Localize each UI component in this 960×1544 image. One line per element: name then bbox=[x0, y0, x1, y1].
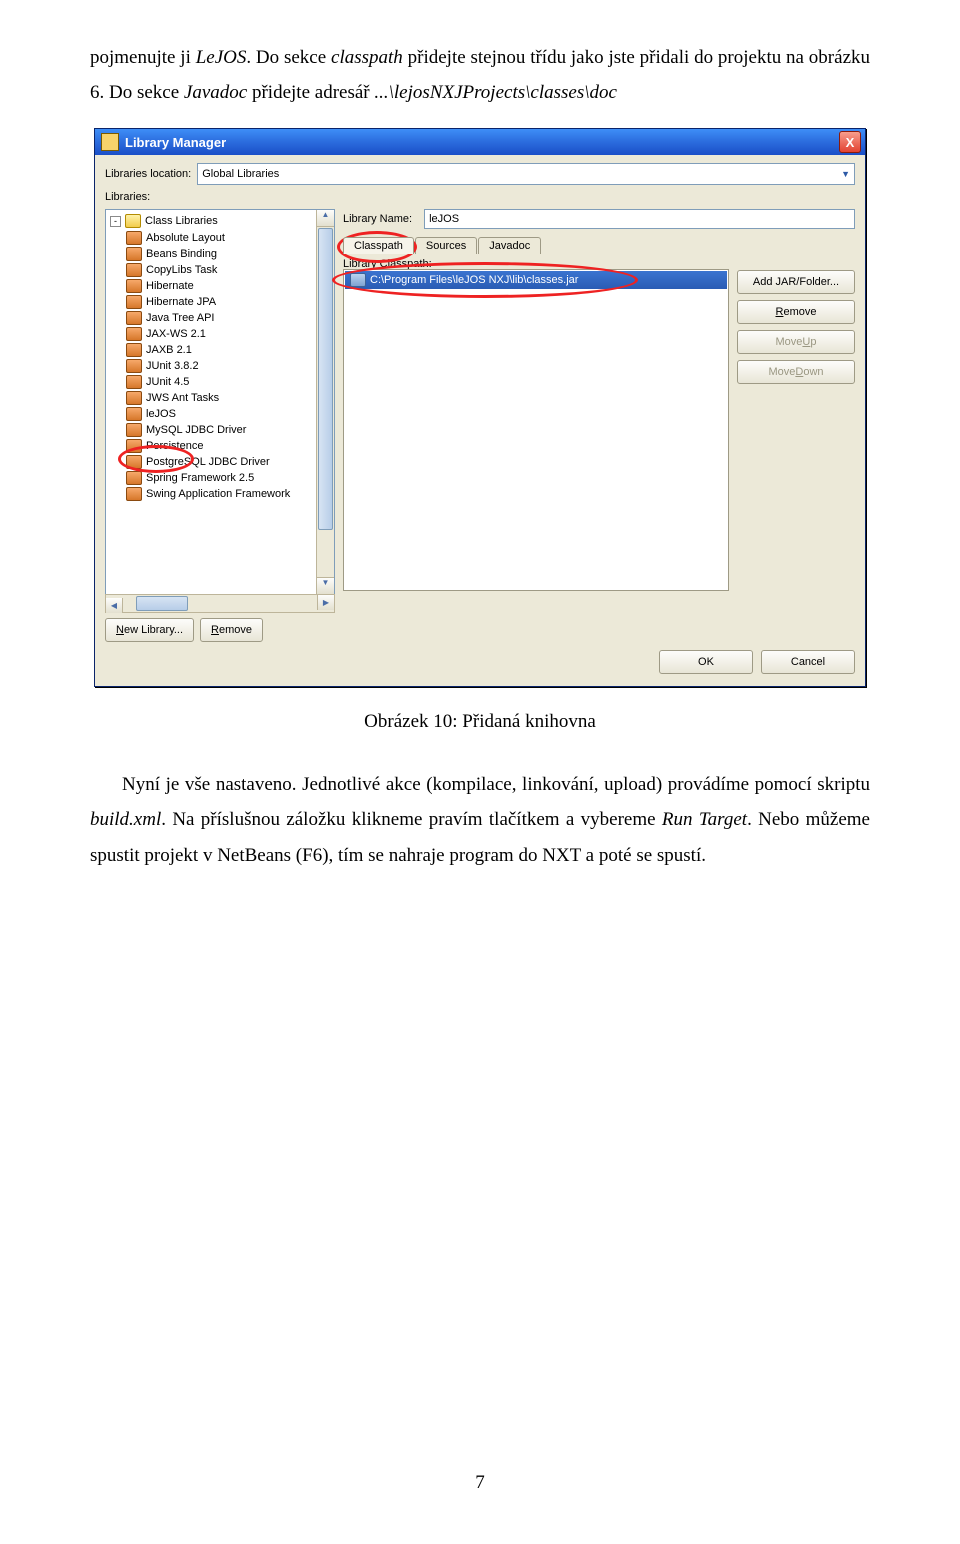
list-item[interactable]: Java Tree API bbox=[124, 310, 334, 326]
library-icon bbox=[126, 247, 142, 261]
list-item[interactable]: JUnit 4.5 bbox=[124, 374, 334, 390]
list-item[interactable]: PostgreSQL JDBC Driver bbox=[124, 454, 334, 470]
library-icon bbox=[126, 375, 142, 389]
library-icon bbox=[126, 311, 142, 325]
scroll-right-icon[interactable]: ▶ bbox=[317, 595, 334, 610]
add-jar-button[interactable]: Add JAR/Folder... bbox=[737, 270, 855, 294]
text-italic: classpath bbox=[331, 47, 403, 68]
tree-root-label: Class Libraries bbox=[145, 215, 218, 227]
list-item[interactable]: JUnit 3.8.2 bbox=[124, 358, 334, 374]
move-up-button[interactable]: Move Up bbox=[737, 330, 855, 354]
text: přidejte adresář bbox=[247, 82, 374, 103]
list-item-lejos[interactable]: leJOS bbox=[124, 406, 334, 422]
list-item[interactable]: Absolute Layout bbox=[124, 230, 334, 246]
figure-caption: Obrázek 10: Přidaná knihovna bbox=[90, 711, 870, 733]
new-library-button[interactable]: New Library... bbox=[105, 618, 194, 642]
list-item[interactable]: MySQL JDBC Driver bbox=[124, 422, 334, 438]
text-italic: Run Target bbox=[662, 809, 747, 830]
app-icon bbox=[101, 133, 119, 151]
page-number: 7 bbox=[0, 1472, 960, 1494]
library-icon bbox=[126, 455, 142, 469]
list-item[interactable]: JAX-WS 2.1 bbox=[124, 326, 334, 342]
minus-icon[interactable]: - bbox=[110, 216, 121, 227]
scroll-thumb[interactable] bbox=[136, 596, 188, 611]
library-icon bbox=[126, 359, 142, 373]
scroll-up-icon[interactable]: ▲ bbox=[317, 210, 334, 227]
folder-icon bbox=[125, 214, 141, 228]
list-item[interactable]: Hibernate bbox=[124, 278, 334, 294]
libraries-location-combo[interactable]: Global Libraries ▼ bbox=[197, 163, 855, 185]
vertical-scrollbar[interactable]: ▲ ▼ bbox=[316, 210, 334, 594]
library-icon bbox=[126, 231, 142, 245]
library-icon bbox=[126, 423, 142, 437]
library-icon bbox=[126, 295, 142, 309]
libraries-location-label: Libraries location: bbox=[105, 168, 191, 180]
ok-button[interactable]: OK bbox=[659, 650, 753, 674]
tab-classpath[interactable]: Classpath bbox=[343, 237, 414, 254]
classpath-entry[interactable]: C:\Program Files\leJOS NXJ\lib\classes.j… bbox=[345, 271, 727, 289]
remove-entry-button[interactable]: Remove bbox=[737, 300, 855, 324]
list-item[interactable]: JAXB 2.1 bbox=[124, 342, 334, 358]
list-item[interactable]: Beans Binding bbox=[124, 246, 334, 262]
library-icon bbox=[126, 471, 142, 485]
text-italic: build.xml bbox=[90, 809, 161, 830]
text-italic: Javadoc bbox=[184, 82, 247, 103]
cancel-button[interactable]: Cancel bbox=[761, 650, 855, 674]
tab-javadoc[interactable]: Javadoc bbox=[478, 237, 541, 254]
library-icon bbox=[126, 487, 142, 501]
text: Nyní je vše nastaveno. Jednotlivé akce (… bbox=[122, 774, 870, 795]
list-item[interactable]: Hibernate JPA bbox=[124, 294, 334, 310]
scroll-left-icon[interactable]: ◀ bbox=[106, 598, 123, 613]
libraries-tree[interactable]: - Class Libraries Absolute Layout Beans … bbox=[105, 209, 335, 595]
library-icon bbox=[126, 407, 142, 421]
tab-sources[interactable]: Sources bbox=[415, 237, 477, 254]
chevron-down-icon: ▼ bbox=[841, 169, 850, 179]
window-title: Library Manager bbox=[125, 135, 226, 150]
list-item[interactable]: Persistence bbox=[124, 438, 334, 454]
classpath-entry-text: C:\Program Files\leJOS NXJ\lib\classes.j… bbox=[370, 274, 578, 286]
libraries-label: Libraries: bbox=[105, 191, 150, 203]
intro-paragraph: pojmenujte ji LeJOS. Do sekce classpath … bbox=[90, 40, 870, 110]
classpath-list[interactable]: C:\Program Files\leJOS NXJ\lib\classes.j… bbox=[343, 269, 729, 591]
close-icon[interactable]: X bbox=[839, 131, 861, 153]
jar-icon bbox=[350, 273, 366, 287]
text: . Do sekce bbox=[246, 47, 331, 68]
library-name-input[interactable]: leJOS bbox=[424, 209, 855, 229]
library-icon bbox=[126, 279, 142, 293]
text: pojmenujte ji bbox=[90, 47, 196, 68]
text-italic: LeJOS bbox=[196, 47, 247, 68]
library-name-label: Library Name: bbox=[343, 213, 412, 225]
titlebar[interactable]: Library Manager X bbox=[95, 129, 865, 155]
horizontal-scrollbar[interactable]: ◀ ▶ bbox=[105, 594, 335, 613]
scroll-down-icon[interactable]: ▼ bbox=[317, 577, 334, 594]
list-item[interactable]: CopyLibs Task bbox=[124, 262, 334, 278]
list-item[interactable]: Swing Application Framework bbox=[124, 486, 334, 502]
library-icon bbox=[126, 343, 142, 357]
library-manager-dialog: Library Manager X Libraries location: Gl… bbox=[94, 128, 866, 687]
library-icon bbox=[126, 439, 142, 453]
library-icon bbox=[126, 391, 142, 405]
list-item[interactable]: JWS Ant Tasks bbox=[124, 390, 334, 406]
library-name-value: leJOS bbox=[429, 213, 459, 225]
combo-value: Global Libraries bbox=[202, 168, 279, 180]
scroll-thumb[interactable] bbox=[318, 228, 333, 530]
library-icon bbox=[126, 263, 142, 277]
remove-library-button[interactable]: Remove bbox=[200, 618, 263, 642]
text-italic: ...\lejosNXJProjects\classes\doc bbox=[374, 82, 617, 103]
text: . Na příslušnou záložku klikneme pravím … bbox=[161, 809, 662, 830]
library-icon bbox=[126, 327, 142, 341]
closing-paragraph: Nyní je vše nastaveno. Jednotlivé akce (… bbox=[90, 767, 870, 872]
list-item[interactable]: Spring Framework 2.5 bbox=[124, 470, 334, 486]
tabs: Classpath Sources Javadoc bbox=[343, 237, 855, 254]
move-down-button[interactable]: Move Down bbox=[737, 360, 855, 384]
